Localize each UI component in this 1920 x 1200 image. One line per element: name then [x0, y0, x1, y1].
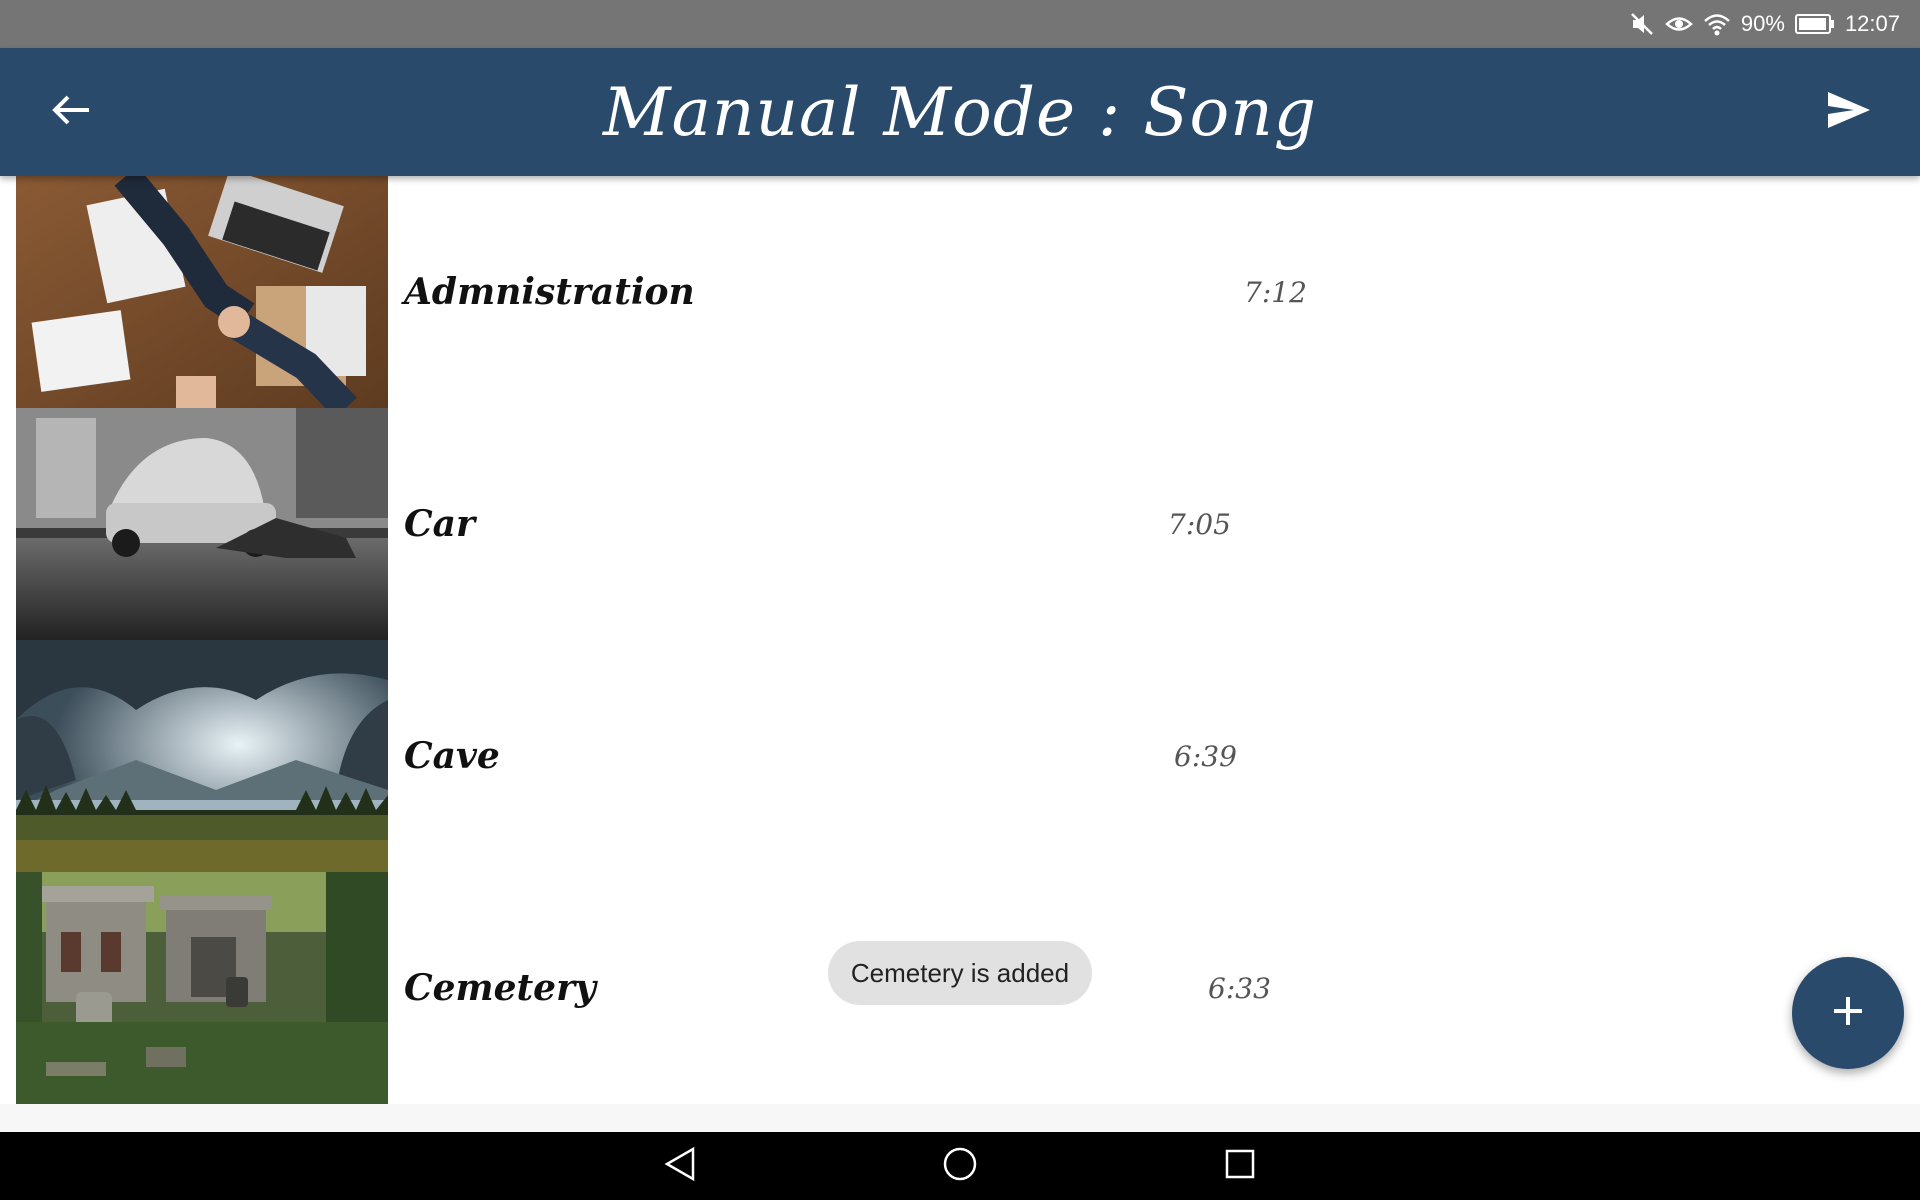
song-name: Cemetery [404, 967, 596, 1009]
list-footer [0, 1104, 1920, 1132]
battery-percent: 90% [1740, 11, 1785, 36]
song-duration: 7:12 [1244, 275, 1307, 309]
system-nav-bar [0, 1132, 1920, 1200]
page-title: Manual Mode : Song [603, 73, 1317, 151]
plus-icon [1831, 994, 1865, 1032]
song-name: Car [404, 503, 475, 545]
nav-home-button[interactable] [920, 1132, 1000, 1200]
nav-home-icon [942, 1146, 978, 1186]
nav-back-icon [663, 1146, 697, 1186]
mute-icon [1629, 11, 1655, 37]
song-duration: 6:33 [1208, 971, 1271, 1005]
app-bar: Manual Mode : Song [0, 48, 1920, 176]
nav-recents-button[interactable] [1200, 1132, 1280, 1200]
nav-recents-icon [1224, 1148, 1256, 1184]
song-duration: 6:39 [1174, 739, 1237, 773]
song-duration: 7:05 [1168, 507, 1231, 541]
cemetery-photo [16, 872, 388, 1104]
send-icon [1826, 90, 1872, 134]
add-song-button[interactable] [1792, 957, 1904, 1069]
nav-back-button[interactable] [640, 1132, 720, 1200]
status-bar: 90% 12:07 [0, 0, 1920, 48]
clock: 12:07 [1844, 11, 1900, 36]
cave-landscape-photo [16, 640, 388, 872]
wifi-icon [1703, 12, 1731, 36]
handshake-desk-photo [16, 176, 388, 408]
battery-icon [1794, 13, 1835, 35]
send-button[interactable] [1814, 82, 1884, 142]
song-name: Cave [404, 735, 500, 777]
car-garage-photo [16, 408, 388, 640]
song-row-cave[interactable]: Cave 6:39 [16, 640, 1920, 872]
toast-message: Cemetery is added [828, 941, 1092, 1005]
song-row-administration[interactable]: Admnistration 7:12 [16, 176, 1920, 408]
song-name: Admnistration [404, 271, 695, 313]
song-row-car[interactable]: Car 7:05 [16, 408, 1920, 640]
eye-comfort-icon [1665, 11, 1693, 37]
